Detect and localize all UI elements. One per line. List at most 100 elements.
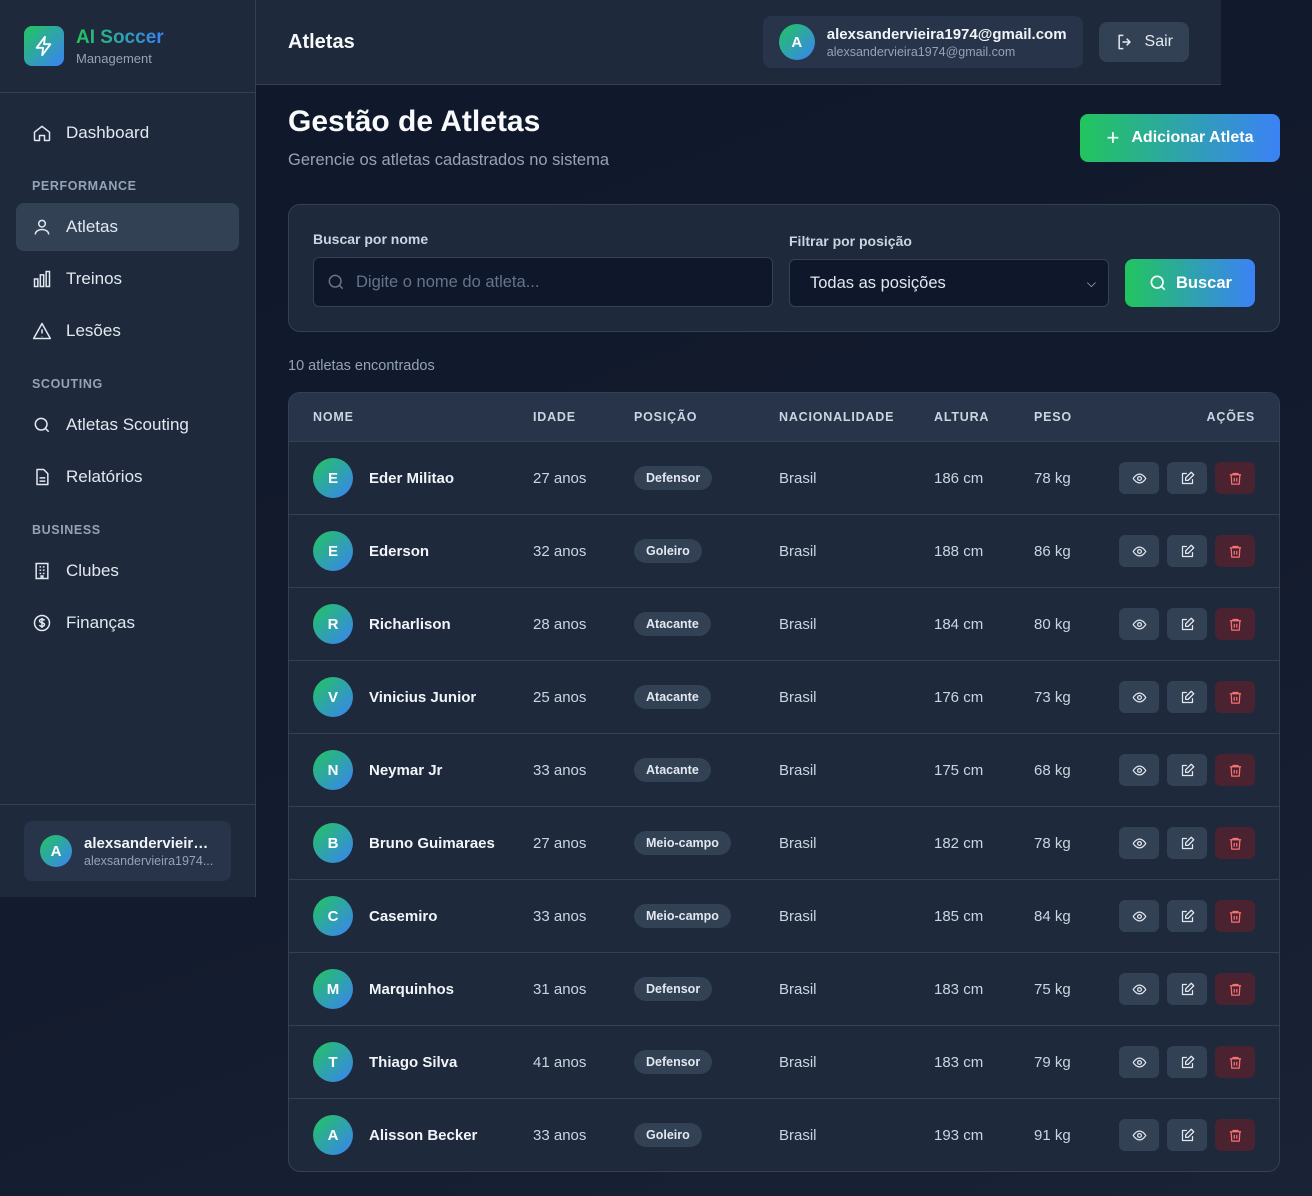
table-row[interactable]: E Ederson 32 anos Goleiro Brasil 188 cm … [289,515,1279,588]
edit-icon [1181,763,1194,776]
sidebar-item-treinos[interactable]: Treinos [16,255,239,303]
delete-button[interactable] [1215,754,1255,786]
sidebar-item-atletas[interactable]: Atletas [16,203,239,251]
delete-button[interactable] [1215,608,1255,640]
logout-button[interactable]: Sair [1098,22,1189,62]
sidebar-user-card[interactable]: A alexsandervieira1... alexsandervieira1… [24,821,231,881]
header-user-card[interactable]: A alexsandervieira1974@gmail.com alexsan… [762,16,1083,68]
sidebar-item-relatorios[interactable]: Relatórios [16,453,239,501]
header-user-name: alexsandervieira1974@gmail.com [826,25,1067,43]
delete-button[interactable] [1215,681,1255,713]
view-button[interactable] [1119,754,1159,786]
edit-button[interactable] [1167,535,1207,567]
position-select[interactable]: Todas as posições ⌵ [789,259,1109,307]
row-actions [1111,900,1255,932]
athlete-name: Casemiro [369,907,438,925]
row-actions [1111,1046,1255,1078]
athlete-age: 32 anos [533,542,587,560]
edit-button[interactable] [1167,681,1207,713]
position-badge: Goleiro [634,1123,702,1147]
table-row[interactable]: T Thiago Silva 41 anos Defensor Brasil 1… [289,1026,1279,1099]
table-row[interactable]: V Vinicius Junior 25 anos Atacante Brasi… [289,661,1279,734]
search-input[interactable] [356,272,756,292]
athlete-age: 33 anos [533,761,587,779]
sidebar-item-dashboard[interactable]: Dashboard [16,109,239,157]
logout-label: Sair [1144,33,1173,50]
position-filter-label: Filtrar por posição [789,233,912,249]
athlete-weight: 79 kg [1034,1053,1071,1071]
sidebar-item-clubes[interactable]: Clubes [16,547,239,595]
sidebar-item-label: Lesões [66,321,121,340]
position-badge: Meio-campo [634,831,731,855]
view-button[interactable] [1119,608,1159,640]
edit-icon [1181,617,1194,630]
athlete-age: 25 anos [533,688,587,706]
edit-button[interactable] [1167,973,1207,1005]
edit-button[interactable] [1167,1119,1207,1151]
edit-button[interactable] [1167,1046,1207,1078]
trash-icon [1229,1056,1241,1069]
trash-icon [1229,1129,1241,1142]
table-row[interactable]: A Alisson Becker 33 anos Goleiro Brasil … [289,1099,1279,1171]
edit-button[interactable] [1167,900,1207,932]
edit-icon [1181,836,1194,849]
trash-icon [1229,691,1241,704]
plus-icon: + [1106,125,1120,150]
eye-icon [1132,764,1146,776]
delete-button[interactable] [1215,827,1255,859]
sidebar-item-financas[interactable]: Finanças [16,599,239,647]
delete-button[interactable] [1215,462,1255,494]
delete-button[interactable] [1215,900,1255,932]
athlete-age: 41 anos [533,1053,587,1071]
building-icon [35,562,49,580]
edit-button[interactable] [1167,462,1207,494]
add-athlete-button[interactable]: + Adicionar Atleta [1080,114,1280,162]
sidebar-item-label: Treinos [66,269,123,288]
search-button[interactable]: Buscar [1125,259,1255,307]
table-row[interactable]: C Casemiro 33 anos Meio-campo Brasil 185… [289,880,1279,953]
sidebar-user-name: alexsandervieira1... [84,834,214,852]
edit-button[interactable] [1167,827,1207,859]
search-field[interactable] [313,257,773,307]
trash-icon [1229,983,1241,996]
delete-button[interactable] [1215,1046,1255,1078]
athlete-name: Neymar Jr [369,761,443,779]
view-button[interactable] [1119,827,1159,859]
row-actions [1111,1119,1255,1151]
nav-section-business: BUSINESS [32,523,101,537]
athlete-height: 184 cm [934,615,984,633]
athlete-height: 175 cm [934,761,984,779]
trash-icon [1229,837,1241,850]
delete-button[interactable] [1215,535,1255,567]
column-header-acoes: AÇÕES [1206,410,1255,424]
avatar: A [40,835,72,867]
table-row[interactable]: B Bruno Guimaraes 27 anos Meio-campo Bra… [289,807,1279,880]
sidebar-item-label: Clubes [66,561,119,580]
edit-button[interactable] [1167,608,1207,640]
table-row[interactable]: E Eder Militao 27 anos Defensor Brasil 1… [289,442,1279,515]
athlete-nationality: Brasil [779,469,817,487]
table-row[interactable]: N Neymar Jr 33 anos Atacante Brasil 175 … [289,734,1279,807]
position-badge: Defensor [634,466,713,490]
view-button[interactable] [1119,681,1159,713]
view-button[interactable] [1119,535,1159,567]
table-row[interactable]: R Richarlison 28 anos Atacante Brasil 18… [289,588,1279,661]
view-button[interactable] [1119,900,1159,932]
sidebar-item-lesoes[interactable]: Lesões [16,307,239,355]
sidebar-item-atletas-scouting[interactable]: Atletas Scouting [16,401,239,449]
view-button[interactable] [1119,973,1159,1005]
edit-button[interactable] [1167,754,1207,786]
athlete-weight: 78 kg [1034,469,1071,487]
sidebar-user-email: alexsandervieira1974... [84,853,214,868]
edit-icon [1181,690,1194,703]
delete-button[interactable] [1215,1119,1255,1151]
athlete-nationality: Brasil [779,907,817,925]
table-row[interactable]: M Marquinhos 31 anos Defensor Brasil 183… [289,953,1279,1026]
delete-button[interactable] [1215,973,1255,1005]
view-button[interactable] [1119,462,1159,494]
view-button[interactable] [1119,1046,1159,1078]
eye-icon [1132,983,1146,995]
view-button[interactable] [1119,1119,1159,1151]
position-badge: Defensor [634,977,713,1001]
edit-icon [1181,1128,1194,1141]
